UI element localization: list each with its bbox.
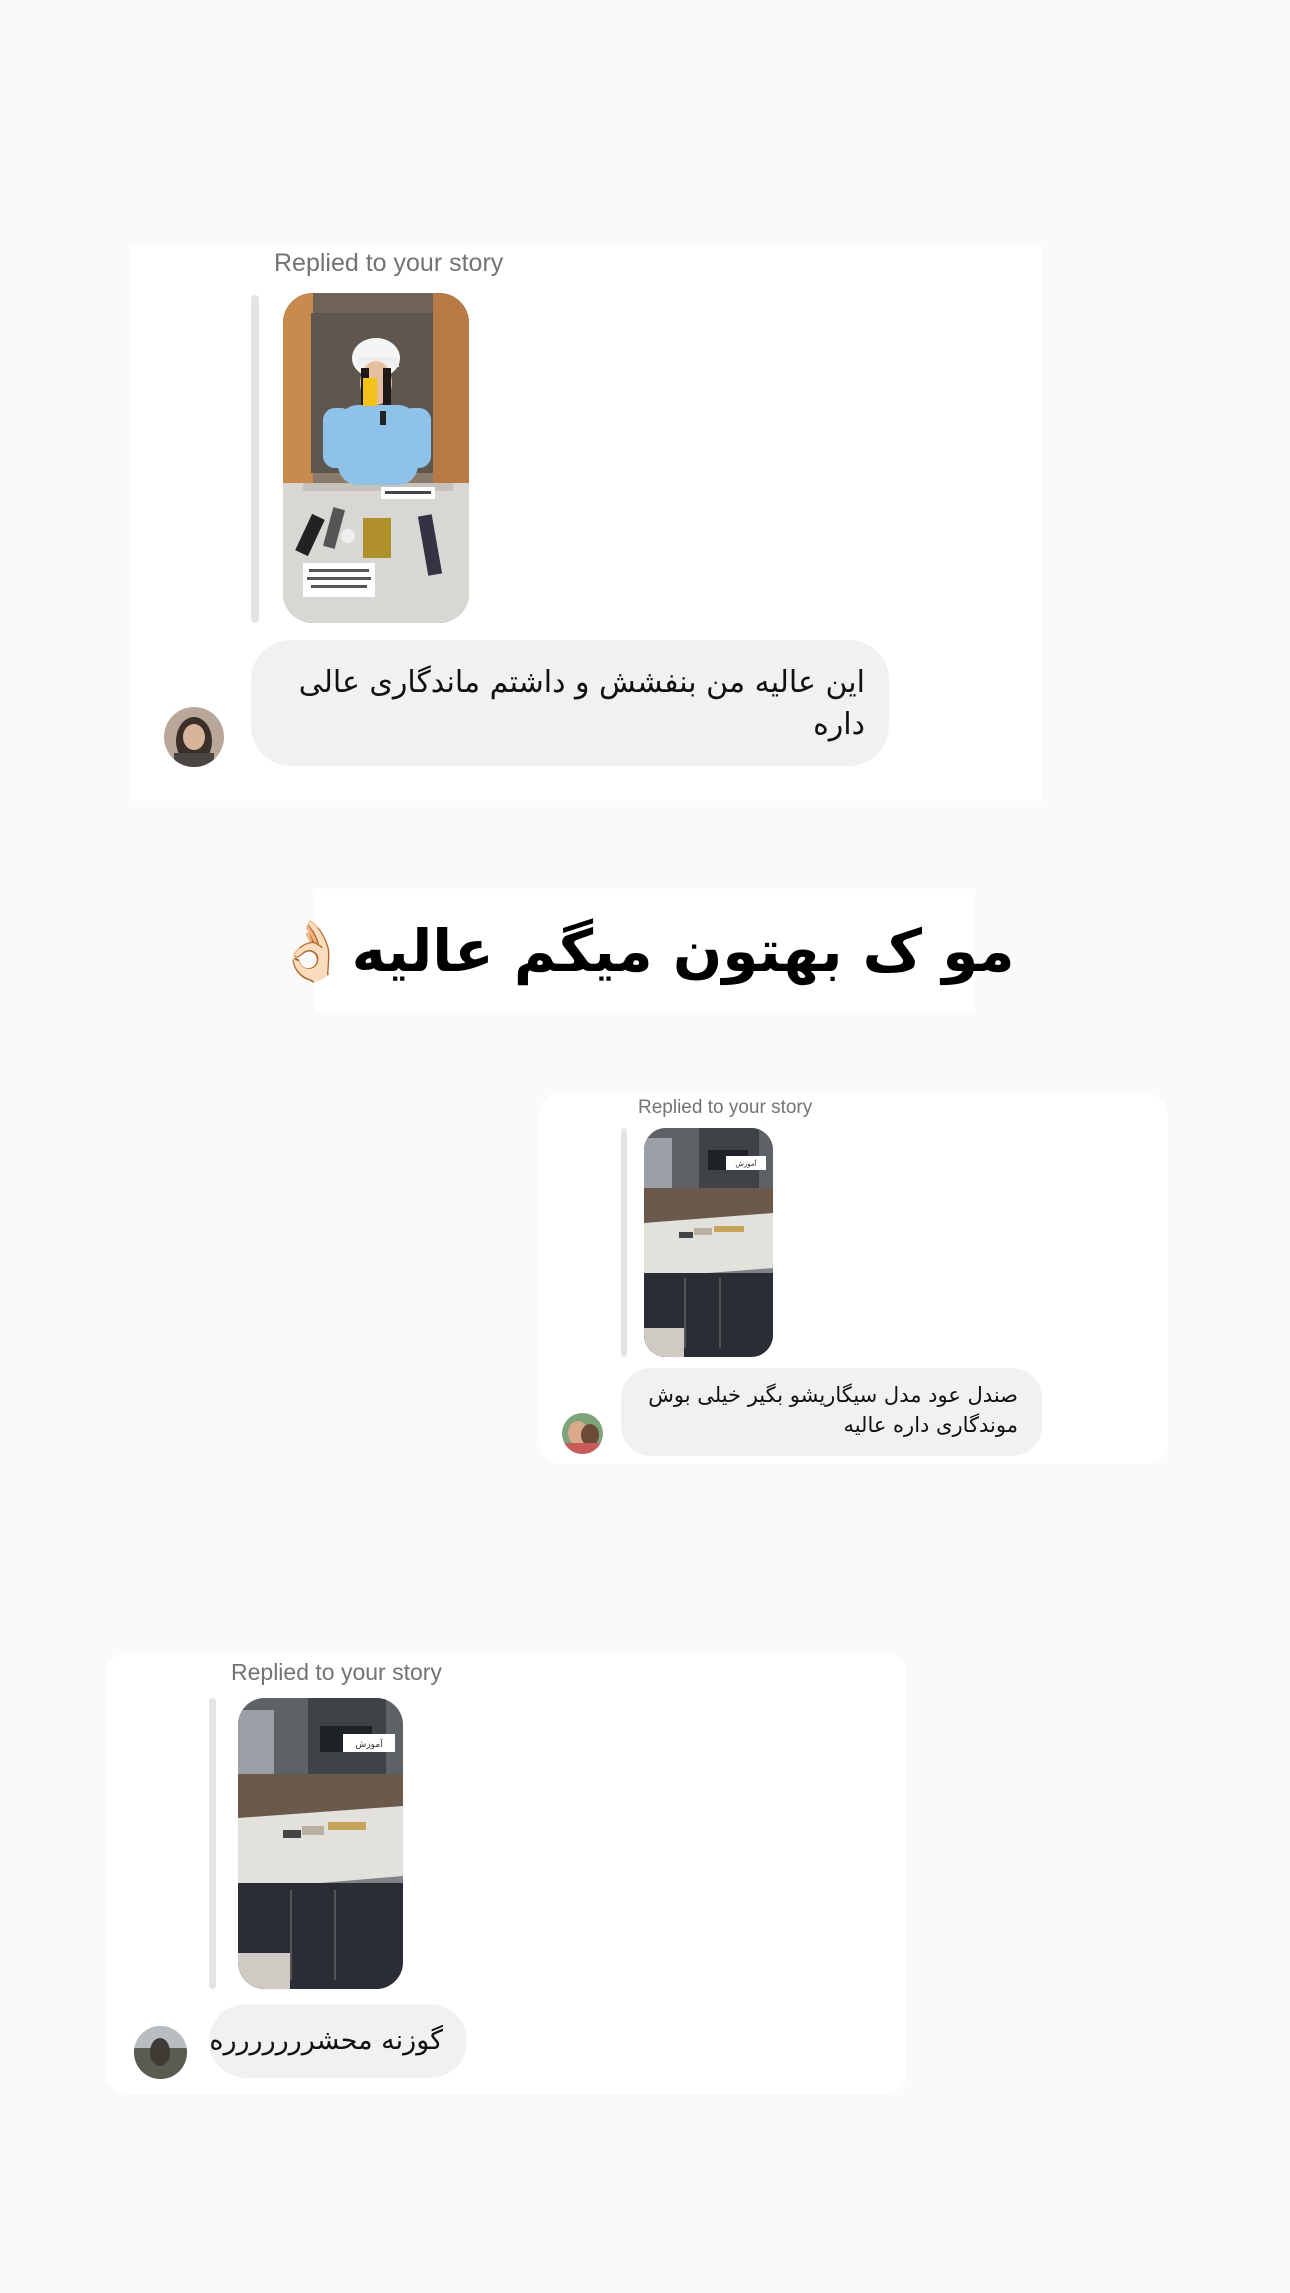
message-text: گوزنه محشررررررره [209, 2025, 443, 2056]
message-text: این عالیه من بنفشش و داشتم ماندگاری عالی… [298, 665, 865, 742]
sender-avatar[interactable] [134, 2026, 187, 2079]
message-bubble[interactable]: این عالیه من بنفشش و داشتم ماندگاری عالی… [251, 640, 889, 766]
quote-bar [621, 1128, 627, 1357]
message-bubble[interactable]: صندل عود مدل سیگاریشو بگیر خیلی بوش موند… [621, 1368, 1042, 1456]
reply-card-1: Replied to your story این عالیه من بنفشش… [130, 245, 1041, 801]
quote-bar [209, 1698, 216, 1989]
story-badge-text: آموزش [735, 1159, 757, 1168]
story-thumbnail[interactable]: آموزش [238, 1698, 403, 1989]
sender-avatar[interactable] [164, 707, 224, 767]
sender-avatar[interactable] [562, 1413, 603, 1454]
avatar-photo [164, 707, 224, 767]
avatar-photo [562, 1413, 603, 1454]
avatar-photo [134, 2026, 187, 2079]
story-thumbnail[interactable] [283, 293, 469, 623]
story-badge-text: آموزش [355, 1738, 383, 1750]
replied-to-story-label: Replied to your story [638, 1097, 813, 1118]
story-caption-banner: مو ک بهتون میگم عالیه 👌🏻 [275, 889, 1015, 1013]
replied-to-story-label: Replied to your story [231, 1659, 442, 1685]
story-thumbnail[interactable]: آموزش [644, 1128, 773, 1357]
replied-to-story-label: Replied to your story [274, 249, 504, 277]
reply-card-3: Replied to your story آموزش گوزنه محشررر… [105, 1653, 907, 2094]
story-image: آموزش [644, 1128, 773, 1357]
reply-card-2: Replied to your story آموزش صندل عود مدل… [539, 1093, 1168, 1464]
story-image: آموزش [238, 1698, 403, 1989]
message-bubble[interactable]: گوزنه محشررررررره [209, 2004, 467, 2078]
banner-text: مو ک بهتون میگم عالیه [351, 917, 1015, 985]
message-text: صندل عود مدل سیگاریشو بگیر خیلی بوش موند… [648, 1383, 1018, 1437]
quote-bar [251, 295, 259, 623]
ok-hand-emoji-icon: 👌🏻 [275, 917, 348, 985]
story-image [283, 293, 469, 623]
